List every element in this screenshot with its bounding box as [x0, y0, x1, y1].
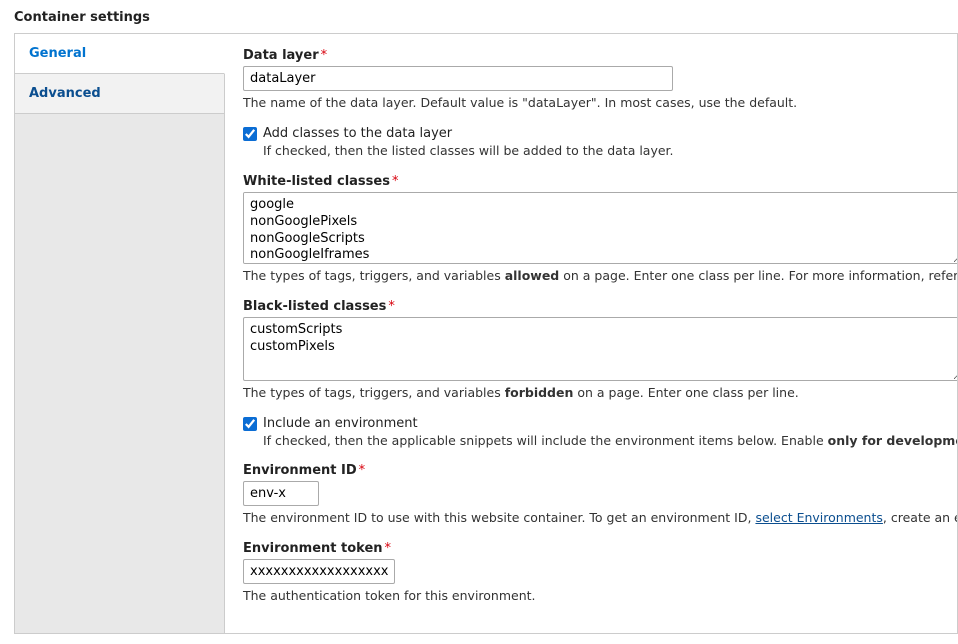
tab-advanced[interactable]: Advanced: [15, 74, 224, 114]
blacklist-desc-post: on a page. Enter one class per line.: [573, 385, 798, 400]
whitelist-desc-bold: allowed: [505, 268, 560, 283]
field-include-env: Include an environment If checked, then …: [243, 416, 957, 450]
whitelist-desc-post: on a page. Enter one class per line. For…: [559, 268, 957, 283]
required-mark: *: [359, 463, 366, 478]
required-mark: *: [385, 541, 392, 556]
settings-panel: General Advanced Data layer* The name of…: [14, 33, 958, 634]
include-env-label: Include an environment: [263, 416, 418, 431]
tab-list: General Advanced: [15, 34, 225, 633]
whitelist-desc-pre: The types of tags, triggers, and variabl…: [243, 268, 505, 283]
tab-content-advanced: Data layer* The name of the data layer. …: [225, 34, 957, 633]
blacklist-desc-bold: forbidden: [505, 385, 574, 400]
include-env-desc-pre: If checked, then the applicable snippets…: [263, 433, 828, 448]
add-classes-checkbox[interactable]: [243, 127, 257, 141]
required-mark: *: [388, 299, 395, 314]
field-env-id: Environment ID* The environment ID to us…: [243, 463, 957, 527]
data-layer-input[interactable]: [243, 66, 673, 91]
env-token-input[interactable]: [243, 559, 395, 584]
env-id-label: Environment ID: [243, 463, 357, 478]
field-blacklist: Black-listed classes* The types of tags,…: [243, 299, 957, 402]
data-layer-desc: The name of the data layer. Default valu…: [243, 95, 957, 112]
field-env-token: Environment token* The authentication to…: [243, 541, 957, 605]
env-id-input[interactable]: [243, 481, 319, 506]
blacklist-textarea[interactable]: [243, 317, 957, 381]
select-environments-link[interactable]: select Environments: [755, 510, 882, 525]
required-mark: *: [392, 174, 399, 189]
whitelist-desc: The types of tags, triggers, and variabl…: [243, 268, 957, 285]
required-mark: *: [321, 48, 328, 63]
add-classes-label: Add classes to the data layer: [263, 126, 452, 141]
section-title: Container settings: [14, 10, 958, 25]
blacklist-label: Black-listed classes: [243, 299, 386, 314]
env-token-label: Environment token: [243, 541, 383, 556]
blacklist-desc-pre: The types of tags, triggers, and variabl…: [243, 385, 505, 400]
whitelist-textarea[interactable]: [243, 192, 957, 264]
tab-general[interactable]: General: [15, 34, 225, 74]
include-env-desc: If checked, then the applicable snippets…: [263, 433, 957, 450]
env-id-desc: The environment ID to use with this webs…: [243, 510, 957, 527]
blacklist-desc: The types of tags, triggers, and variabl…: [243, 385, 957, 402]
field-whitelist: White-listed classes* The types of tags,…: [243, 174, 957, 285]
include-env-checkbox[interactable]: [243, 417, 257, 431]
env-token-desc: The authentication token for this enviro…: [243, 588, 957, 605]
env-id-desc-post: , create an environment, then: [883, 510, 957, 525]
add-classes-desc: If checked, then the listed classes will…: [263, 143, 957, 160]
include-env-desc-bold: only for development: [828, 433, 957, 448]
data-layer-label: Data layer: [243, 48, 319, 63]
field-add-classes: Add classes to the data layer If checked…: [243, 126, 957, 160]
field-data-layer: Data layer* The name of the data layer. …: [243, 48, 957, 112]
env-id-desc-pre: The environment ID to use with this webs…: [243, 510, 755, 525]
whitelist-label: White-listed classes: [243, 174, 390, 189]
